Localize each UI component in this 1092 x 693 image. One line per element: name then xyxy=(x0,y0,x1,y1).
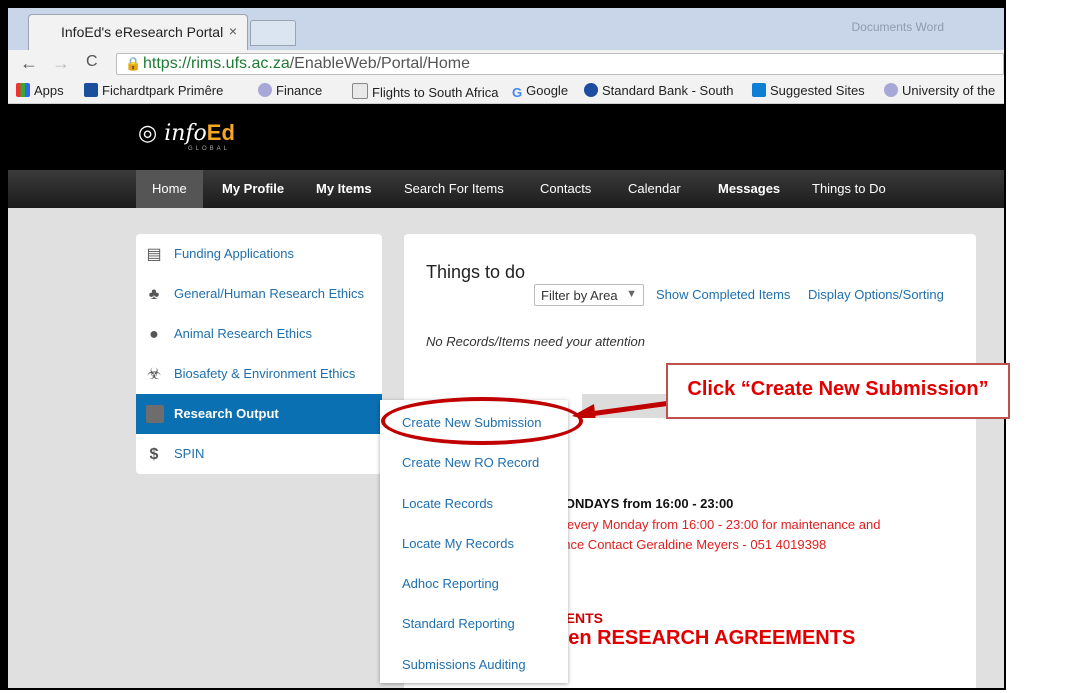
nav-contacts[interactable]: Contacts xyxy=(540,170,591,208)
bookmark-label: University of the xyxy=(902,83,996,98)
browser-toolbar: ← → C 🔒 https://rims.ufs.ac.za/EnableWeb… xyxy=(8,50,1004,78)
menu-create-new-ro-record[interactable]: Create New RO Record xyxy=(402,455,539,470)
url-host: https://rims.ufs.ac.za xyxy=(143,55,290,72)
menu-submissions-auditing[interactable]: Submissions Auditing xyxy=(402,657,526,672)
annotation-highlight-ellipse xyxy=(381,397,583,445)
sidebar-item-animal-ethics[interactable]: ● Animal Research Ethics xyxy=(136,314,382,354)
logo-subtitle: GLOBAL xyxy=(188,146,231,152)
bank-icon xyxy=(584,83,598,97)
arrow-shaft xyxy=(589,399,679,417)
bookmark-suggested[interactable]: Suggested Sites xyxy=(752,83,865,98)
sidebar-item-label: SPIN xyxy=(174,446,205,461)
bookmark-label: Standard Bank - South xyxy=(602,83,734,98)
browser-tab[interactable]: InfoEd's eResearch Portal × xyxy=(28,14,248,50)
sidebar-item-label: Animal Research Ethics xyxy=(174,326,312,341)
maintenance-notice: n every Monday from 16:00 - 23:00 for ma… xyxy=(556,517,881,532)
module-sidebar: ▤ Funding Applications ♣ General/Human R… xyxy=(136,234,382,474)
infoed-logo[interactable]: ◎ infoEd GLOBAL xyxy=(138,120,235,152)
bookmark-label: Apps xyxy=(34,83,64,98)
bookmark-label: Flights to South Africa xyxy=(372,85,499,100)
sidebar-item-label: General/Human Research Ethics xyxy=(174,286,365,301)
plane-icon xyxy=(352,83,368,99)
forward-icon[interactable]: → xyxy=(52,53,70,74)
chevron-down-icon: ▼ xyxy=(626,288,637,300)
url-text: https://rims.ufs.ac.za/EnableWeb/Portal/… xyxy=(143,55,470,73)
callout-text: Click “Create New Submission” xyxy=(687,378,989,400)
dollar-icon: $ xyxy=(149,446,159,463)
reload-icon[interactable]: C xyxy=(86,53,98,71)
menu-adhoc-reporting[interactable]: Adhoc Reporting xyxy=(402,576,499,591)
nav-things-to-do[interactable]: Things to Do xyxy=(812,170,886,208)
sidebar-item-research-output[interactable]: Research Output xyxy=(136,394,382,434)
globe-icon: ◎ xyxy=(138,121,158,146)
url-path: /EnableWeb/Portal/Home xyxy=(289,55,470,72)
tab-title: InfoEd's eResearch Portal xyxy=(61,24,224,40)
bookmark-label: Google xyxy=(526,83,569,98)
bookmark-standard-bank[interactable]: Standard Bank - South xyxy=(584,83,734,98)
sidebar-item-label: Funding Applications xyxy=(174,246,294,261)
google-icon: G xyxy=(512,85,523,100)
browser-window: InfoEd's eResearch Portal × Documents Wo… xyxy=(8,8,1004,688)
nav-calendar[interactable]: Calendar xyxy=(628,170,681,208)
show-completed-link[interactable]: Show Completed Items xyxy=(656,287,790,302)
sidebar-item-human-ethics[interactable]: ♣ General/Human Research Ethics xyxy=(136,274,382,314)
bookmark-fichardtpark[interactable]: Fichardtpark Primêre xyxy=(84,83,223,98)
biohazard-icon: ☣ xyxy=(146,366,162,383)
nav-my-profile[interactable]: My Profile xyxy=(222,170,284,208)
nav-home[interactable]: Home xyxy=(136,170,203,208)
document-icon: ▤ xyxy=(146,246,162,263)
paw-icon: ● xyxy=(149,326,159,343)
bookmark-label: Finance xyxy=(276,83,323,98)
maintenance-heading: MONDAYS from 16:00 - 23:00 xyxy=(554,496,734,511)
bing-icon xyxy=(752,83,766,97)
new-tab-button[interactable] xyxy=(250,20,296,46)
menu-locate-records[interactable]: Locate Records xyxy=(402,496,493,511)
nav-my-items[interactable]: My Items xyxy=(316,170,372,208)
filter-by-area-select[interactable]: Filter by Area ▼ xyxy=(534,284,644,306)
site-header: ◎ infoEd GLOBAL xyxy=(8,104,1004,170)
arrow-head xyxy=(572,404,596,418)
sidebar-item-spin[interactable]: $ SPIN xyxy=(136,434,382,474)
menu-standard-reporting[interactable]: Standard Reporting xyxy=(402,616,515,631)
bookmark-label: Fichardtpark Primêre xyxy=(102,83,224,98)
nav-search-for-items[interactable]: Search For Items xyxy=(404,170,504,208)
bookmarks-bar: Apps Fichardtpark Primêre Finance Flight… xyxy=(8,78,1004,104)
window-controls-text: Documents Word xyxy=(851,20,944,34)
no-records-message: No Records/Items need your attention xyxy=(426,334,645,349)
shield-icon xyxy=(884,83,898,97)
menu-locate-my-records[interactable]: Locate My Records xyxy=(402,536,514,551)
sidebar-item-label: Biosafety & Environment Ethics xyxy=(174,366,356,381)
maintenance-contact: ance Contact Geraldine Meyers - 051 4019… xyxy=(556,537,827,552)
sidebar-item-biosafety[interactable]: ☣ Biosafety & Environment Ethics xyxy=(136,354,382,394)
shield-icon xyxy=(258,83,272,97)
tab-strip: InfoEd's eResearch Portal × Documents Wo… xyxy=(8,8,1004,50)
panel-title: Things to do xyxy=(426,262,526,282)
research-agreements-notice: pen RESEARCH AGREEMENTS xyxy=(556,627,856,649)
nav-messages[interactable]: Messages xyxy=(718,170,780,208)
main-nav: Home My Profile My Items Search For Item… xyxy=(8,170,1004,208)
bookmark-university[interactable]: University of the xyxy=(884,83,995,98)
display-options-link[interactable]: Display Options/Sorting xyxy=(808,287,944,302)
school-icon xyxy=(84,83,98,97)
sidebar-item-label: Research Output xyxy=(174,406,279,421)
logo-text: info xyxy=(164,121,207,146)
back-icon[interactable]: ← xyxy=(20,53,38,74)
bookmark-apps[interactable]: Apps xyxy=(16,83,64,98)
bookmark-label: Suggested Sites xyxy=(770,83,865,98)
lock-icon: 🔒 xyxy=(125,56,142,71)
people-icon: ♣ xyxy=(148,286,160,303)
logo-ed: Ed xyxy=(206,120,235,145)
sidebar-item-funding[interactable]: ▤ Funding Applications xyxy=(136,234,382,274)
bookmark-google[interactable]: G Google xyxy=(512,83,569,100)
bookmark-finance[interactable]: Finance xyxy=(258,83,322,98)
folder-icon xyxy=(146,405,164,423)
filter-label: Filter by Area xyxy=(541,288,618,303)
screenshot-frame: InfoEd's eResearch Portal × Documents Wo… xyxy=(0,0,1006,690)
apps-icon xyxy=(16,83,30,97)
address-bar[interactable]: 🔒 https://rims.ufs.ac.za/EnableWeb/Porta… xyxy=(116,53,1004,75)
bookmark-flights[interactable]: Flights to South Africa xyxy=(352,83,498,100)
annotation-callout: Click “Create New Submission” xyxy=(666,363,1010,419)
close-icon[interactable]: × xyxy=(229,23,237,39)
